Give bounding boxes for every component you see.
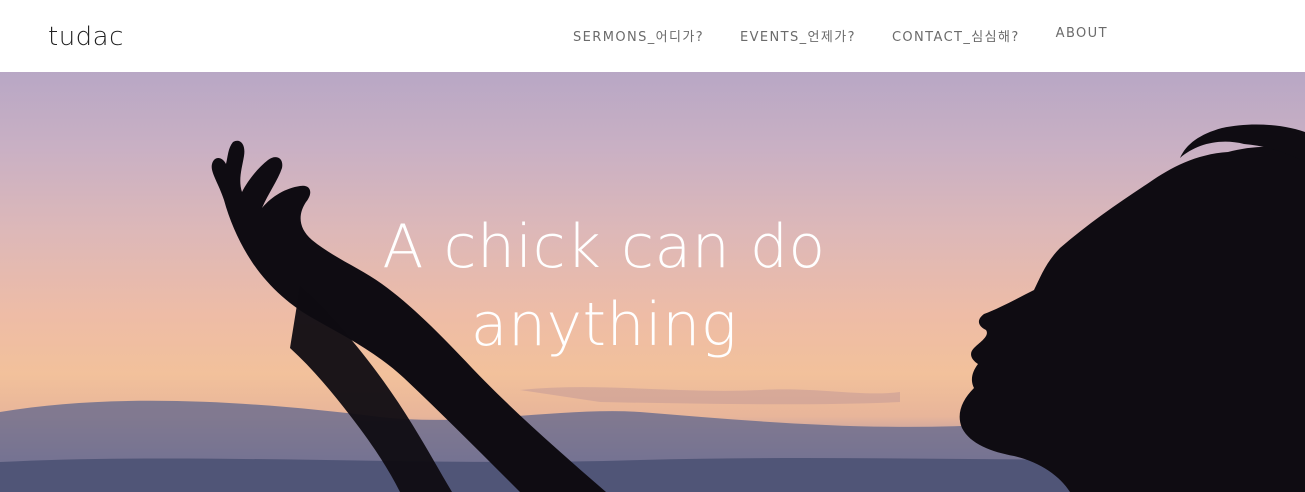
site-logo[interactable]: tudac — [48, 22, 124, 52]
site-header: tudac SERMONS_어디가? EVENTS_언제가? CONTACT_심… — [0, 0, 1305, 72]
nav-item-about[interactable]: ABOUT — [1056, 26, 1108, 45]
nav-item-contact[interactable]: CONTACT_심심해? — [892, 26, 1020, 45]
main-nav: SERMONS_어디가? EVENTS_언제가? CONTACT_심심해? AB… — [573, 26, 1108, 45]
cloud-band-light — [520, 387, 900, 405]
woman-profile-silhouette — [959, 146, 1305, 492]
hero-banner: A chick can do anything — [0, 72, 1305, 492]
nav-item-sermons[interactable]: SERMONS_어디가? — [573, 26, 704, 45]
hero-title: A chick can do anything — [382, 212, 826, 361]
nav-item-events[interactable]: EVENTS_언제가? — [740, 26, 856, 45]
